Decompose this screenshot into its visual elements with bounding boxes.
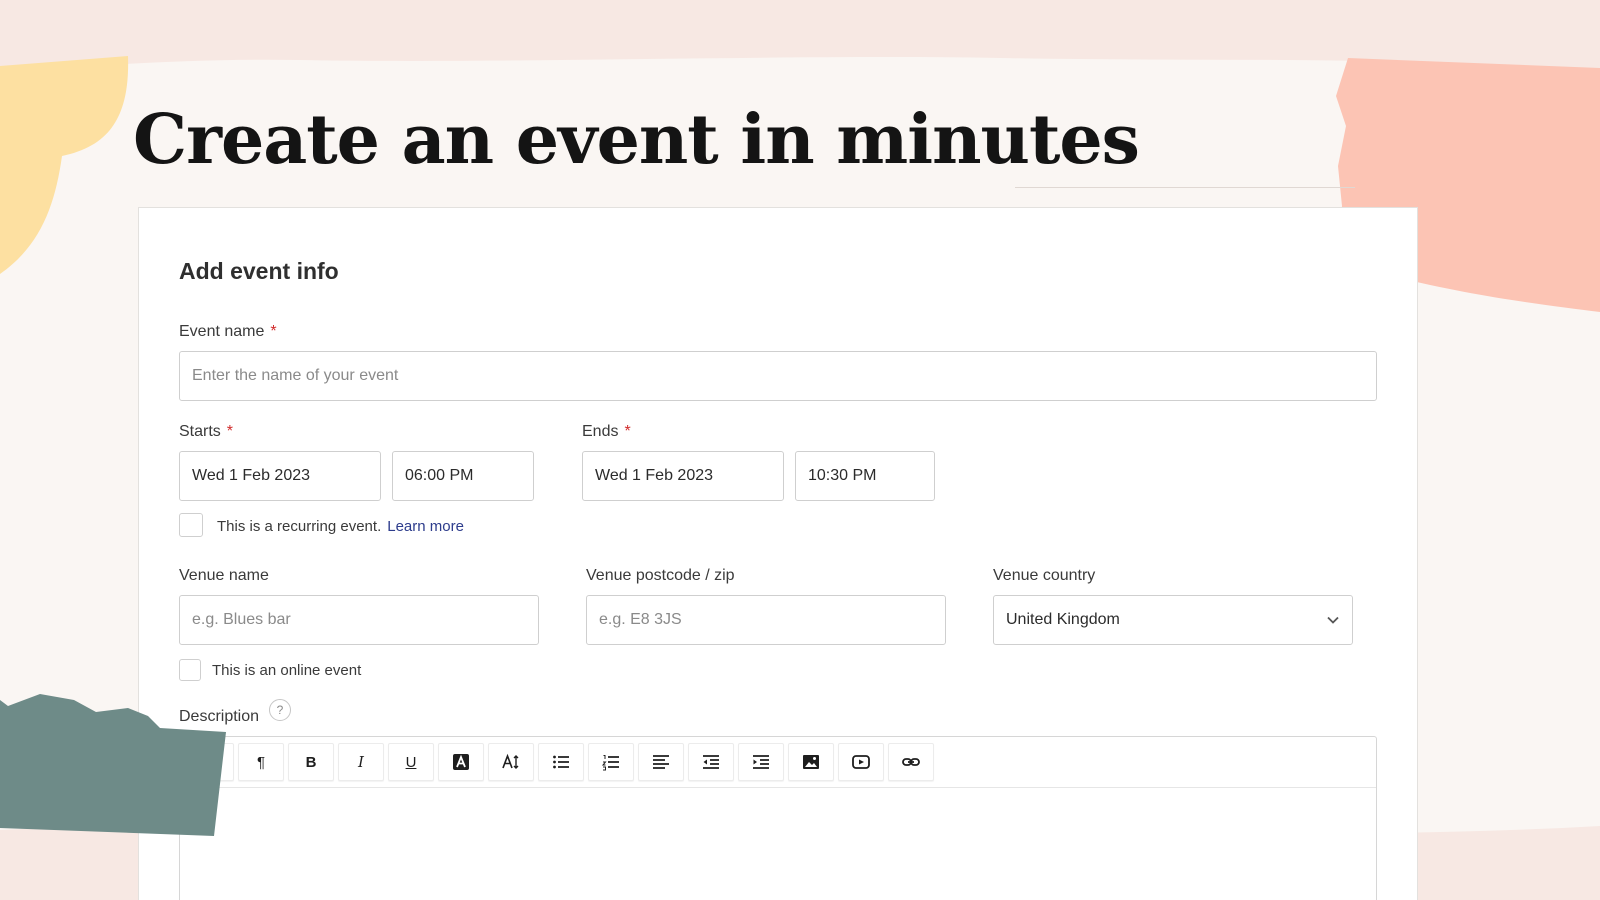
venue-postcode-input[interactable]: e.g. E8 3JS xyxy=(586,595,946,645)
event-name-label: Event name * xyxy=(179,323,277,340)
video-button[interactable] xyxy=(838,743,884,781)
bullet-list-button[interactable] xyxy=(538,743,584,781)
section-title: Add event info xyxy=(179,258,339,284)
starts-label: Starts * xyxy=(179,423,234,440)
bold-icon: B xyxy=(305,753,317,771)
help-icon[interactable]: ? xyxy=(269,699,291,721)
bold-button[interactable]: B xyxy=(288,743,334,781)
align-icon xyxy=(653,755,669,769)
chevron-down-icon xyxy=(1327,616,1339,624)
page-headline: Create an event in minutes xyxy=(133,100,1140,180)
editor-toolbar: ¶ B I U xyxy=(180,737,1376,788)
italic-button[interactable]: I xyxy=(338,743,384,781)
underline-button[interactable]: U xyxy=(388,743,434,781)
online-event-label: This is an online event xyxy=(212,662,362,679)
indent-button[interactable] xyxy=(738,743,784,781)
learn-more-link[interactable]: Learn more xyxy=(387,518,464,535)
image-button[interactable] xyxy=(788,743,834,781)
bullet-list-icon xyxy=(553,755,569,769)
link-icon xyxy=(902,758,920,766)
font-size-icon xyxy=(502,753,519,769)
start-time-input[interactable]: 06:00 PM xyxy=(392,451,534,501)
paragraph-button[interactable]: ¶ xyxy=(238,743,284,781)
recurring-label: This is a recurring event. Learn more xyxy=(217,518,464,535)
text-color-button[interactable] xyxy=(438,743,484,781)
align-button[interactable] xyxy=(638,743,684,781)
start-date-input[interactable]: Wed 1 Feb 2023 xyxy=(179,451,381,501)
yellow-blob-decoration xyxy=(0,56,129,274)
paragraph-icon: ¶ xyxy=(256,753,266,771)
outdent-button[interactable] xyxy=(688,743,734,781)
required-mark: * xyxy=(270,323,277,340)
online-event-checkbox[interactable] xyxy=(179,659,201,681)
recurring-checkbox[interactable] xyxy=(179,513,203,537)
indent-icon xyxy=(753,755,769,769)
font-size-button[interactable] xyxy=(488,743,534,781)
venue-country-value: United Kingdom xyxy=(1006,611,1120,628)
end-time-input[interactable]: 10:30 PM xyxy=(795,451,935,501)
underline-icon: U xyxy=(405,753,417,771)
event-name-input[interactable]: Enter the name of your event xyxy=(179,351,1377,401)
text-color-icon xyxy=(453,754,469,770)
venue-postcode-label: Venue postcode / zip xyxy=(586,567,735,584)
numbered-list-button[interactable] xyxy=(588,743,634,781)
image-icon xyxy=(803,755,819,769)
teal-tape-decoration xyxy=(0,694,226,836)
venue-country-label: Venue country xyxy=(993,567,1096,584)
link-button[interactable] xyxy=(888,743,934,781)
venue-name-input[interactable]: e.g. Blues bar xyxy=(179,595,539,645)
numbered-list-icon xyxy=(602,755,619,771)
end-date-input[interactable]: Wed 1 Feb 2023 xyxy=(582,451,784,501)
venue-name-label: Venue name xyxy=(179,567,269,584)
video-icon xyxy=(852,755,870,769)
ends-label: Ends * xyxy=(582,423,631,440)
required-mark: * xyxy=(624,423,631,440)
outdent-icon xyxy=(703,755,719,769)
venue-country-select[interactable]: United Kingdom xyxy=(993,595,1353,645)
description-editor[interactable]: ¶ B I U xyxy=(179,736,1377,900)
italic-icon: I xyxy=(358,753,364,771)
headline-divider xyxy=(1015,187,1355,188)
required-mark: * xyxy=(226,423,234,440)
